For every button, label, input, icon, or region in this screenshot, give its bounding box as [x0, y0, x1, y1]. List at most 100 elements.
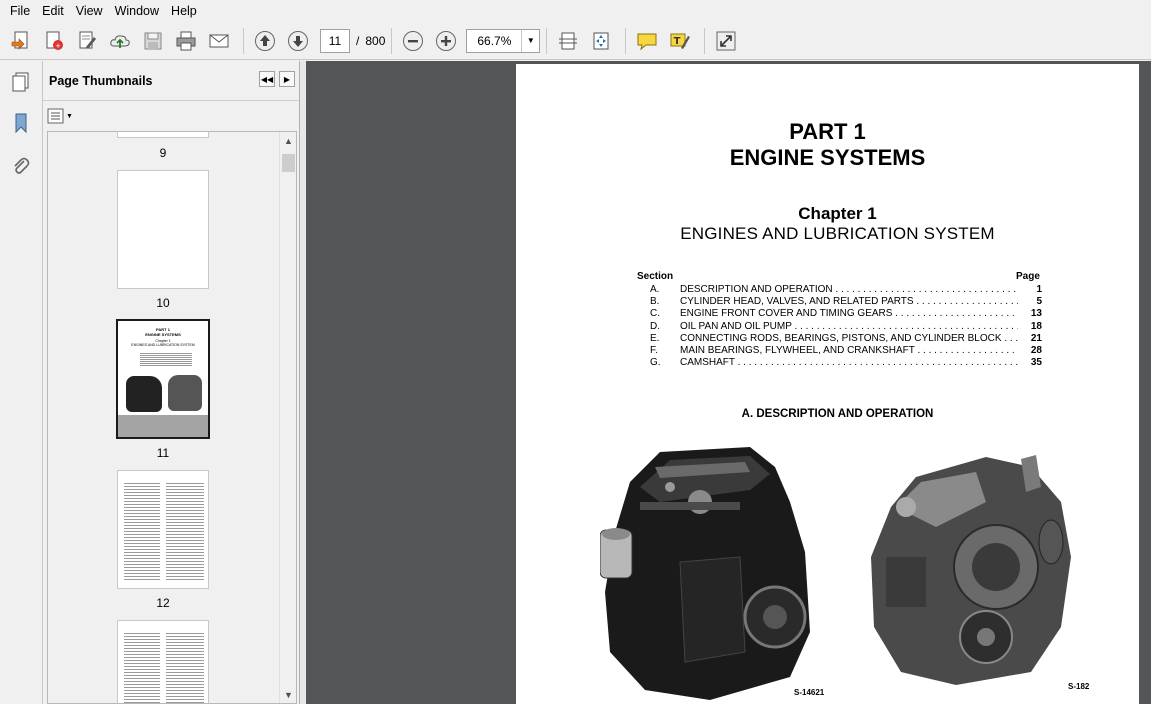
- section-heading: A. DESCRIPTION AND OPERATION: [741, 408, 934, 420]
- chevron-down-icon[interactable]: ▼: [280, 686, 296, 703]
- document-view[interactable]: PART 1 ENGINE SYSTEMS Chapter 1 ENGINES …: [306, 61, 1151, 704]
- toc-title: CAMSHAFT . . . . . . . . . . . . . . . .…: [680, 357, 1018, 369]
- thumb-title: PART 1 ENGINE SYSTEMS: [118, 327, 208, 337]
- email-button[interactable]: [204, 26, 234, 56]
- engine-photo-right: [871, 455, 1071, 685]
- panel-menu-button[interactable]: ▶: [279, 71, 295, 87]
- zoom-in-icon: [436, 30, 457, 51]
- attachments-tab[interactable]: [8, 153, 34, 179]
- thumbnail-page-10[interactable]: [117, 170, 209, 289]
- toc-page: 5: [1036, 296, 1042, 308]
- next-page-button[interactable]: [283, 26, 313, 56]
- thumb-text-column: [166, 631, 204, 703]
- toc-title: OIL PAN AND OIL PUMP . . . . . . . . . .…: [680, 320, 1018, 332]
- toc-letter: F.: [650, 345, 658, 356]
- toolbar-separator: [391, 27, 393, 54]
- fit-page-icon: [593, 32, 609, 49]
- toc-row: C. ENGINE FRONT COVER AND TIMING GEARS . …: [650, 308, 1042, 320]
- fit-width-icon: [559, 32, 578, 49]
- toc-row: E. CONNECTING RODS, BEARINGS, PISTONS, AN…: [650, 333, 1042, 345]
- thumb-toc: [140, 352, 192, 366]
- comment-button[interactable]: [632, 26, 662, 56]
- thumbnail-page-11[interactable]: PART 1 ENGINE SYSTEMS Chapter 1 ENGINES AN…: [116, 319, 210, 439]
- menu-edit[interactable]: Edit: [36, 0, 70, 22]
- toc-title: DESCRIPTION AND OPERATION . . . . . . . …: [680, 284, 1018, 295]
- toc-row: D. OIL PAN AND OIL PUMP . . . . . . . . .…: [650, 321, 1042, 333]
- thumbnail-list[interactable]: 9 10 PART 1 ENGINE SYSTEMS Chapter 1 ENGIN…: [47, 131, 297, 704]
- fit-width-button[interactable]: [553, 26, 583, 56]
- chevron-down-icon[interactable]: ▼: [521, 29, 539, 52]
- menu-bar: File Edit View Window Help: [0, 0, 1151, 22]
- bookmarks-tab[interactable]: [8, 110, 34, 136]
- printer-icon: [176, 31, 196, 50]
- paperclip-icon: [14, 157, 30, 174]
- thumb-text-column: [124, 481, 160, 581]
- highlight-button[interactable]: T: [665, 26, 695, 56]
- toc-row: B. CYLINDER HEAD, VALVES, AND RELATED PAR…: [650, 296, 1042, 308]
- toolbar-separator: [243, 27, 244, 54]
- create-pdf-button[interactable]: [6, 26, 36, 56]
- toc-page-header: Page: [1016, 271, 1040, 282]
- thumbnail-scrollbar[interactable]: ▲ ▼: [279, 132, 296, 703]
- previous-page-button[interactable]: [250, 26, 280, 56]
- thumb-engine-image-2: [168, 375, 202, 411]
- thumb-chapter-title: ENGINES AND LUBRICATION SYSTEM: [131, 343, 195, 347]
- toc-page: 13: [1030, 308, 1042, 320]
- thumbnail-page-13[interactable]: [117, 620, 209, 703]
- print-button[interactable]: [171, 26, 201, 56]
- edit-pdf-button[interactable]: [72, 26, 102, 56]
- thumbnail-page-9[interactable]: [117, 132, 209, 138]
- chevron-up-icon[interactable]: ▲: [280, 132, 296, 149]
- toc-title: MAIN BEARINGS, FLYWHEEL, AND CRANKSHAFT …: [680, 345, 1018, 356]
- fit-page-button[interactable]: [586, 26, 616, 56]
- zoom-select[interactable]: 66.7% ▼: [466, 28, 541, 53]
- page-separator: /: [356, 33, 360, 48]
- thumbnail-options-button[interactable]: ▼: [47, 108, 73, 124]
- panel-options: ▼: [43, 101, 299, 131]
- engine-photo-left: [600, 447, 810, 700]
- chevron-right-icon: ▶: [283, 74, 291, 84]
- zoom-in-button[interactable]: [431, 26, 461, 56]
- menu-view[interactable]: View: [70, 0, 109, 22]
- thumbnail-page-12[interactable]: [117, 470, 209, 589]
- toc-page: 28: [1030, 345, 1042, 356]
- thumb-engine-image-1: [126, 376, 162, 412]
- arrow-up-icon: [255, 30, 275, 51]
- menu-window[interactable]: Window: [109, 0, 165, 22]
- toc-row: F. MAIN BEARINGS, FLYWHEEL, AND CRANKSHAF…: [650, 345, 1042, 357]
- part-title: PART 1: [789, 119, 866, 144]
- svg-text:T: T: [674, 36, 681, 47]
- toc-row: A. DESCRIPTION AND OPERATION . . . . . . …: [650, 284, 1042, 296]
- full-screen-button[interactable]: [711, 26, 741, 56]
- navigation-rail: [0, 61, 43, 704]
- toc-page: 18: [1030, 320, 1042, 332]
- toc-page: 21: [1030, 332, 1042, 344]
- panel-title: Page Thumbnails: [49, 73, 153, 88]
- toolbar-separator: [704, 27, 706, 54]
- document-page: PART 1 ENGINE SYSTEMS Chapter 1 ENGINES …: [516, 64, 1139, 704]
- chapter-title: Chapter 1: [798, 204, 877, 223]
- arrow-down-icon: [288, 30, 308, 51]
- menu-help[interactable]: Help: [165, 0, 203, 22]
- page-number-input[interactable]: 11: [320, 28, 350, 53]
- page-thumbnails-tab[interactable]: [8, 69, 34, 95]
- toc-letter: C.: [650, 308, 660, 320]
- cloud-upload-button[interactable]: [105, 26, 135, 56]
- svg-text:+: +: [55, 42, 61, 50]
- toc-title: CONNECTING RODS, BEARINGS, PISTONS, AND …: [680, 332, 1018, 344]
- collapse-panel-button[interactable]: ◀◀: [259, 71, 275, 87]
- toc-title: CYLINDER HEAD, VALVES, AND RELATED PARTS…: [680, 296, 1018, 308]
- toc-page: 1: [1036, 284, 1042, 295]
- zoom-out-button[interactable]: [398, 26, 428, 56]
- open-button[interactable]: +: [39, 26, 69, 56]
- toc-row: G. CAMSHAFT . . . . . . . . . . . . . . .…: [650, 357, 1042, 369]
- panel-header: Page Thumbnails ◀◀ ▶: [43, 61, 299, 101]
- menu-file[interactable]: File: [4, 0, 36, 22]
- thumb-text-column: [166, 481, 204, 581]
- scrollbar-thumb[interactable]: [282, 154, 295, 172]
- comment-icon: [637, 33, 657, 50]
- thumb-subtitle: Chapter 1 ENGINES AND LUBRICATION SYSTEM: [118, 339, 208, 347]
- toc-letter: D.: [650, 320, 660, 332]
- save-button[interactable]: [138, 26, 168, 56]
- thumb-selection-overlay: [118, 415, 208, 437]
